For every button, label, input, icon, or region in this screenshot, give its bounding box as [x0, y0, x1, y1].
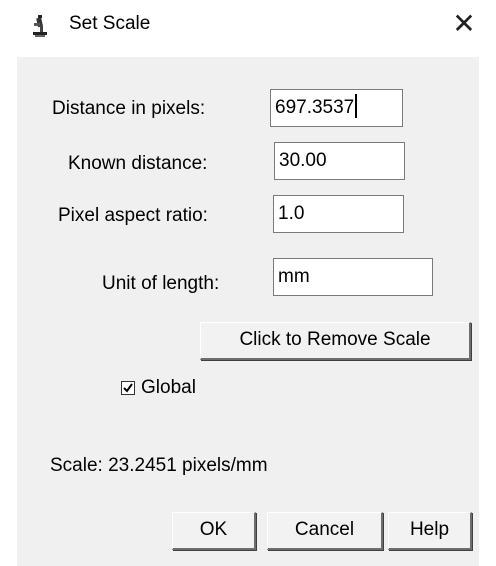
title-bar[interactable]: Set Scale ✕ — [0, 0, 496, 50]
distance-in-pixels-field[interactable]: 697.3537 — [270, 89, 403, 127]
checkmark-icon — [123, 383, 133, 393]
dialog-panel — [17, 57, 479, 566]
remove-scale-button[interactable]: Click to Remove Scale — [200, 322, 471, 360]
unit-of-length-field[interactable]: mm — [273, 258, 433, 296]
global-checkbox[interactable] — [121, 381, 135, 395]
known-distance-field[interactable]: 30.00 — [274, 142, 405, 180]
help-button[interactable]: Help — [388, 512, 472, 550]
ok-button[interactable]: OK — [172, 512, 256, 550]
cancel-button[interactable]: Cancel — [267, 512, 383, 550]
pixel-aspect-ratio-field[interactable]: 1.0 — [273, 195, 404, 233]
text-caret — [355, 93, 358, 118]
window-title: Set Scale — [69, 13, 151, 34]
global-checkbox-label: Global — [141, 377, 196, 398]
distance-in-pixels-value: 697.3537 — [275, 97, 355, 118]
known-distance-label: Known distance: — [68, 153, 208, 174]
microscope-icon — [33, 15, 47, 37]
distance-in-pixels-label: Distance in pixels: — [52, 98, 206, 119]
close-icon[interactable]: ✕ — [449, 9, 479, 39]
scale-readout: Scale: 23.2451 pixels/mm — [50, 455, 268, 476]
pixel-aspect-ratio-label: Pixel aspect ratio: — [58, 205, 208, 226]
unit-of-length-label: Unit of length: — [102, 273, 220, 294]
